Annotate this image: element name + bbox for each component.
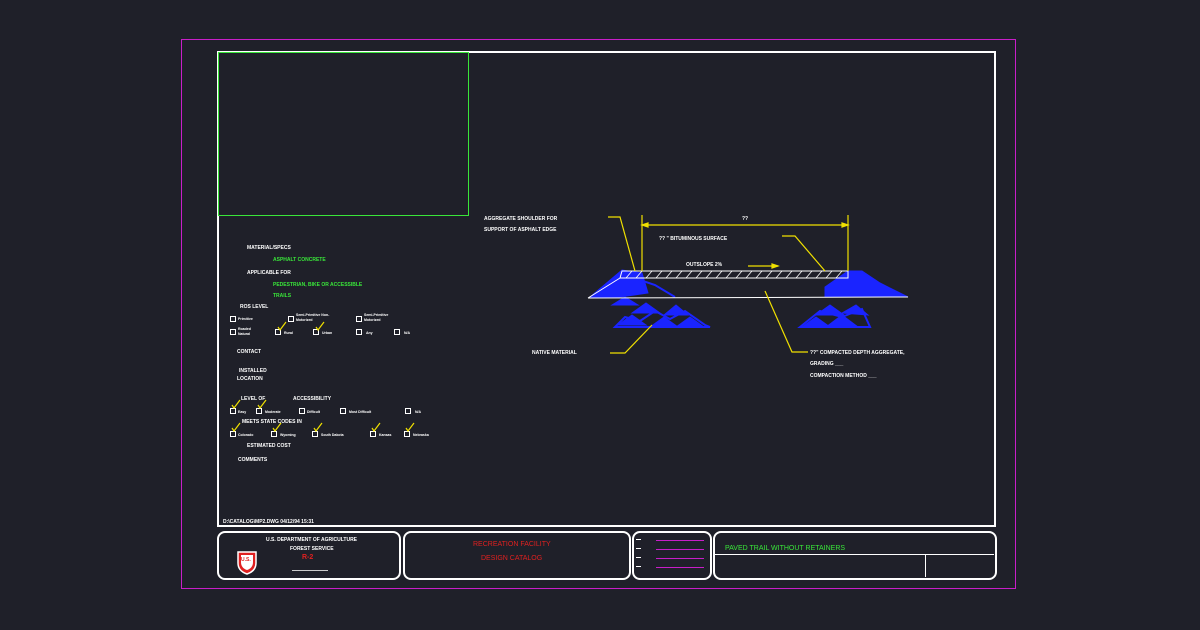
outslope-label: OUTSLOPE 2%: [686, 262, 723, 268]
aggregate-label-1: ??" COMPACTED DEPTH AGGREGATE,: [810, 350, 905, 356]
ros-checkbox-any[interactable]: [356, 329, 362, 335]
access-option-label: Most Difficult: [349, 410, 372, 414]
checkmark-icon: [257, 399, 267, 409]
drawing-title-panel: [713, 531, 997, 580]
ros-option-label: Primitive: [238, 317, 253, 321]
file-path: D:\CATALOG\MP2.DWG 04/12/94 15:31: [223, 519, 314, 525]
state-option-label: South Dakota: [321, 433, 344, 437]
approval-lines: [634, 537, 706, 571]
checkmark-icon: [371, 422, 381, 432]
applicable-value-1: PEDESTRIAN, BIKE OR ACCESSIBLE: [273, 282, 363, 288]
state-option-label: Kansas: [379, 433, 392, 437]
aggregate-label-2: GRADING ___: [810, 361, 844, 367]
checkmark-icon: [313, 422, 323, 432]
checkmark-icon: [231, 399, 241, 409]
access-option-label: Easy: [238, 410, 247, 414]
region-label: R-2: [302, 554, 314, 561]
title-divider: [714, 554, 994, 555]
checkmark-icon: [272, 422, 282, 432]
ros-option-label: N/A: [404, 331, 411, 335]
ros-checkbox-semi-primitive-motorized[interactable]: [356, 316, 362, 322]
access-checkbox-na[interactable]: [405, 408, 411, 414]
ros-level-label: ROS LEVEL: [240, 304, 269, 310]
ros-checkbox-na[interactable]: [394, 329, 400, 335]
state-option-label: Colorado: [238, 433, 254, 437]
material-specs-label: MATERIAL/SPECS: [247, 245, 291, 251]
location-label: LOCATION: [237, 376, 263, 382]
ros-option-label: Roaded Natural: [238, 327, 251, 336]
state-option-label: Nebraska: [413, 433, 429, 437]
state-option-label: Wyoming: [280, 433, 296, 437]
checkmark-icon: [405, 422, 415, 432]
shoulder-label-2: SUPPORT OF ASPHALT EDGE: [484, 227, 557, 233]
checkmark-icon: [315, 321, 325, 331]
drawing-title: PAVED TRAIL WITHOUT RETAINERS: [725, 545, 846, 552]
aggregate-shoulder-right: [797, 270, 909, 328]
accessibility-label: ACCESSIBILITY: [293, 396, 332, 402]
ros-option-label: Any: [366, 331, 373, 335]
native-material-label: NATIVE MATERIAL: [532, 350, 577, 356]
photo-viewport: [218, 52, 469, 216]
ros-checkbox-roaded-natural[interactable]: [230, 329, 236, 335]
shield-logo-text: U.S.: [241, 557, 251, 563]
comments-label: COMMENTS: [238, 457, 268, 463]
department-label: U.S. DEPARTMENT OF AGRICULTURE: [266, 537, 358, 543]
material-value: ASPHALT CONCRETE: [273, 257, 326, 263]
checkmark-icon: [277, 321, 287, 331]
applicable-value-2: TRAILS: [273, 293, 292, 299]
installed-label: INSTALLED: [239, 368, 267, 374]
shoulder-label-1: AGGREGATE SHOULDER FOR: [484, 216, 558, 222]
access-option-label: N/A: [415, 410, 422, 414]
applicable-label: APPLICABLE FOR: [247, 270, 291, 276]
access-option-label: Moderate: [265, 410, 281, 414]
estimated-cost-label: ESTIMATED COST: [247, 443, 291, 449]
aggregate-label-3: COMPACTION METHOD ___: [810, 373, 877, 379]
width-dimension: ??: [742, 216, 749, 222]
checkmark-icon: [231, 422, 241, 432]
catalog-line-1: RECREATION FACILITY: [473, 541, 551, 548]
access-checkbox-difficult[interactable]: [299, 408, 305, 414]
access-checkbox-most-difficult[interactable]: [340, 408, 346, 414]
forest-service-label: FOREST SERVICE: [290, 546, 334, 552]
aggregate-shoulder-left: [588, 269, 711, 328]
title-divider-vertical: [925, 555, 926, 577]
ros-option-label: Semi-Primitive Motorized: [364, 313, 389, 322]
contact-label: CONTACT: [237, 349, 262, 355]
agency-small-print: [292, 570, 328, 571]
ros-checkbox-primitive[interactable]: [230, 316, 236, 322]
access-option-label: Difficult: [307, 410, 321, 414]
trail-cross-section: [587, 215, 909, 354]
ros-checkbox-semi-primitive-non-motorized[interactable]: [288, 316, 294, 322]
surface-label: ?? " BITUMINOUS SURFACE: [659, 236, 728, 242]
catalog-line-2: DESIGN CATALOG: [481, 555, 543, 562]
